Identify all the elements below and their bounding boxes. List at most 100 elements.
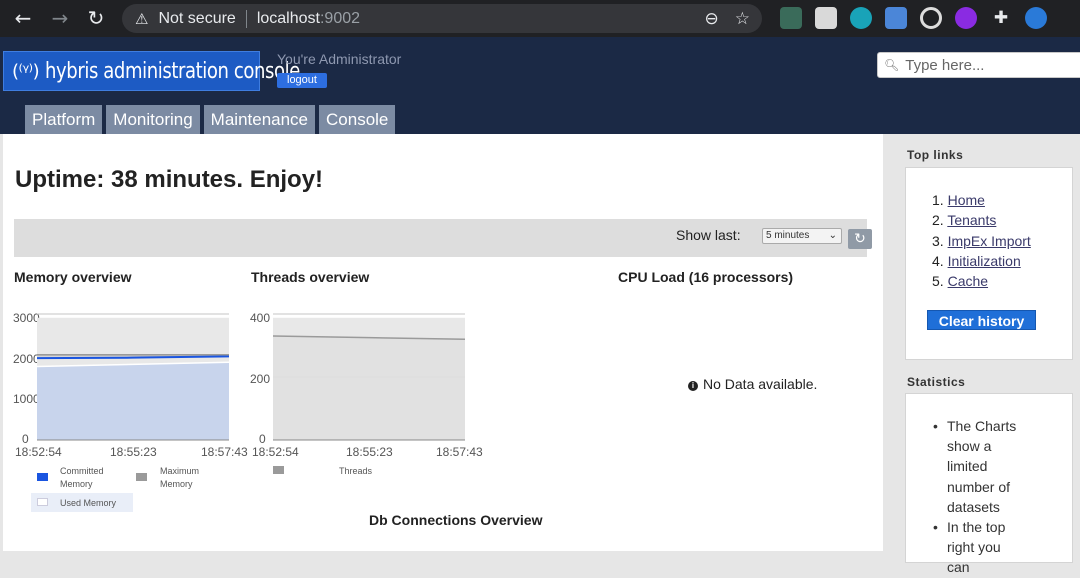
divider	[245, 9, 247, 28]
puzzle-icon[interactable]: ✚	[990, 7, 1012, 29]
cpu-nodata-text: No Data available.	[703, 376, 818, 392]
zoom-icon[interactable]: ⊖	[705, 9, 719, 29]
clear-history-button[interactable]: Clear history	[927, 310, 1036, 330]
extension-icon[interactable]	[815, 7, 837, 29]
cpu-nodata: i No Data available.	[688, 376, 817, 392]
stats-line: The Charts	[933, 416, 1023, 436]
show-last-value: 5 minutes	[766, 230, 810, 241]
statistics-title: Statistics	[907, 375, 966, 389]
link-impex-import[interactable]: ImpEx Import	[948, 233, 1031, 249]
stats-line: right you can	[947, 539, 1001, 576]
top-links-title: Top links	[907, 148, 964, 162]
y-tick-label: 2000	[13, 352, 40, 366]
info-icon: i	[688, 381, 698, 391]
list-item: 3. ImpEx Import	[932, 232, 1031, 249]
main-nav: Platform Monitoring Maintenance Console	[25, 105, 396, 134]
page-title: Uptime: 38 minutes. Enjoy!	[15, 166, 324, 193]
stats-line: In the top	[933, 517, 1023, 537]
tab-console[interactable]: Console	[319, 105, 396, 134]
y-tick-label: 0	[259, 432, 266, 446]
legend-swatch-used	[37, 498, 48, 506]
main-content: Uptime: 38 minutes. Enjoy! Show last: 5 …	[3, 134, 883, 551]
search-icon: 🔍︎	[884, 58, 900, 72]
link-home[interactable]: Home	[948, 192, 985, 208]
refresh-button[interactable]: ↻	[848, 229, 872, 249]
url-host: localhost	[256, 9, 320, 27]
logo[interactable]: (⁽ᵞ⁾) hybris administration console	[3, 51, 300, 91]
x-tick-label: 18:57:43	[436, 445, 483, 459]
y-tick-label: 200	[250, 372, 271, 386]
x-tick-label: 18:57:43	[201, 445, 248, 459]
extension-icon[interactable]	[920, 7, 942, 29]
legend-swatch-maximum	[136, 473, 147, 481]
x-tick-label: 18:52:54	[252, 445, 299, 459]
threads-plot	[273, 313, 465, 441]
profile-avatar[interactable]	[1025, 7, 1047, 29]
y-tick-label: 400	[250, 311, 271, 325]
memory-plot	[37, 313, 229, 441]
legend-threads[interactable]: Threads	[339, 465, 372, 478]
link-initialization[interactable]: Initialization	[948, 253, 1021, 269]
statistics-list: The Charts show a limited number of data…	[933, 416, 1023, 578]
stats-line: number of	[947, 478, 1011, 495]
extension-icon[interactable]	[780, 7, 802, 29]
memory-chart-title: Memory overview	[14, 269, 132, 285]
tab-monitoring[interactable]: Monitoring	[106, 105, 200, 134]
url-port: :9002	[319, 9, 361, 27]
logo-text: hybris administration console	[45, 58, 301, 84]
chart-toolbar: Show last: 5 minutes ⌄ ↻	[14, 219, 872, 257]
list-item: 5. Cache	[932, 273, 989, 290]
link-tenants[interactable]: Tenants	[947, 212, 996, 228]
tab-platform[interactable]: Platform	[25, 105, 103, 134]
top-links-box: 1. Home 2. Tenants 3. ImpEx Import 4. In…	[905, 167, 1073, 360]
logout-button[interactable]: logout	[277, 73, 327, 88]
x-tick-label: 18:55:23	[110, 445, 157, 459]
legend-swatch-committed	[37, 473, 48, 481]
legend-committed[interactable]: Committed Memory	[60, 465, 120, 491]
warning-icon: ⚠	[135, 9, 149, 28]
extensions-bar: ✚	[780, 7, 1047, 29]
list-item: 4. Initialization	[932, 252, 1021, 269]
security-label: Not secure	[158, 9, 236, 27]
show-last-label: Show last:	[676, 227, 741, 243]
db-chart-title: Db Connections Overview	[369, 512, 543, 528]
stats-line: datasets	[947, 498, 1000, 515]
y-tick-label: 3000	[13, 311, 40, 325]
stats-line: show a	[947, 438, 992, 455]
browser-toolbar: ← → ↻ ⚠ Not secure localhost :9002 ⊖ ☆ ✚	[0, 0, 1080, 37]
bookmark-star-icon[interactable]: ☆	[735, 9, 750, 29]
link-cache[interactable]: Cache	[948, 273, 988, 289]
legend-swatch-threads	[273, 466, 284, 474]
back-icon[interactable]: ←	[13, 8, 33, 28]
stats-line: limited	[947, 458, 988, 475]
extension-icon[interactable]	[955, 7, 977, 29]
threads-chart-title: Threads overview	[251, 269, 370, 285]
search-placeholder: Type here...	[905, 56, 985, 74]
extension-icon[interactable]	[850, 7, 872, 29]
address-bar[interactable]: ⚠ Not secure localhost :9002 ⊖ ☆	[122, 4, 762, 33]
tab-maintenance[interactable]: Maintenance	[203, 105, 316, 134]
series-area-used-memory	[37, 362, 229, 440]
show-last-select[interactable]: 5 minutes ⌄	[762, 228, 842, 244]
app-header: (⁽ᵞ⁾) hybris administration console You'…	[0, 37, 1080, 134]
extension-icon[interactable]	[885, 7, 907, 29]
legend-used[interactable]: Used Memory	[60, 497, 116, 510]
y-tick-label: 0	[22, 432, 29, 446]
list-item: 1. Home	[932, 192, 985, 208]
top-links-list: 1. Home 2. Tenants 3. ImpEx Import 4. In…	[932, 190, 1031, 291]
cpu-chart-title: CPU Load (16 processors)	[618, 269, 794, 285]
user-status: You're Administrator	[277, 51, 402, 67]
chevron-down-icon: ⌄	[828, 230, 837, 241]
reload-icon[interactable]: ↻	[86, 8, 106, 28]
refresh-icon: ↻	[854, 231, 866, 247]
x-tick-label: 18:55:23	[346, 445, 393, 459]
statistics-box: The Charts show a limited number of data…	[905, 393, 1073, 575]
hybris-logo-icon: (⁽ᵞ⁾)	[12, 60, 40, 82]
x-tick-label: 18:52:54	[15, 445, 62, 459]
y-tick-label: 1000	[13, 392, 40, 406]
legend-maximum[interactable]: Maximum Memory	[160, 465, 220, 491]
forward-icon[interactable]: →	[50, 8, 70, 28]
series-area-threads	[273, 336, 465, 440]
list-item: 2. Tenants	[932, 212, 997, 229]
search-input[interactable]: 🔍︎ Type here...	[877, 52, 1080, 78]
